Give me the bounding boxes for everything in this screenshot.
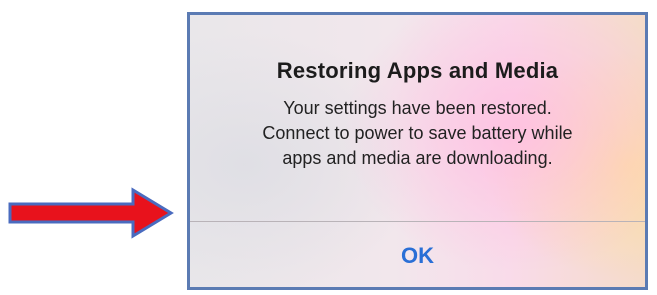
alert-title: Restoring Apps and Media: [276, 58, 559, 83]
alert-dialog: Restoring Apps and Media Your settings h…: [190, 15, 645, 221]
ok-button[interactable]: OK: [190, 222, 645, 287]
ios-alert-screenshot: Restoring Apps and Media Your settings h…: [187, 12, 648, 290]
red-arrow-icon: [8, 187, 174, 239]
alert-message-line: apps and media are downloading.: [282, 148, 553, 168]
alert-message-line: Connect to power to save battery while: [262, 123, 573, 143]
alert-message: Your settings have been restored. Connec…: [190, 96, 645, 171]
alert-message-line: Your settings have been restored.: [283, 98, 552, 118]
